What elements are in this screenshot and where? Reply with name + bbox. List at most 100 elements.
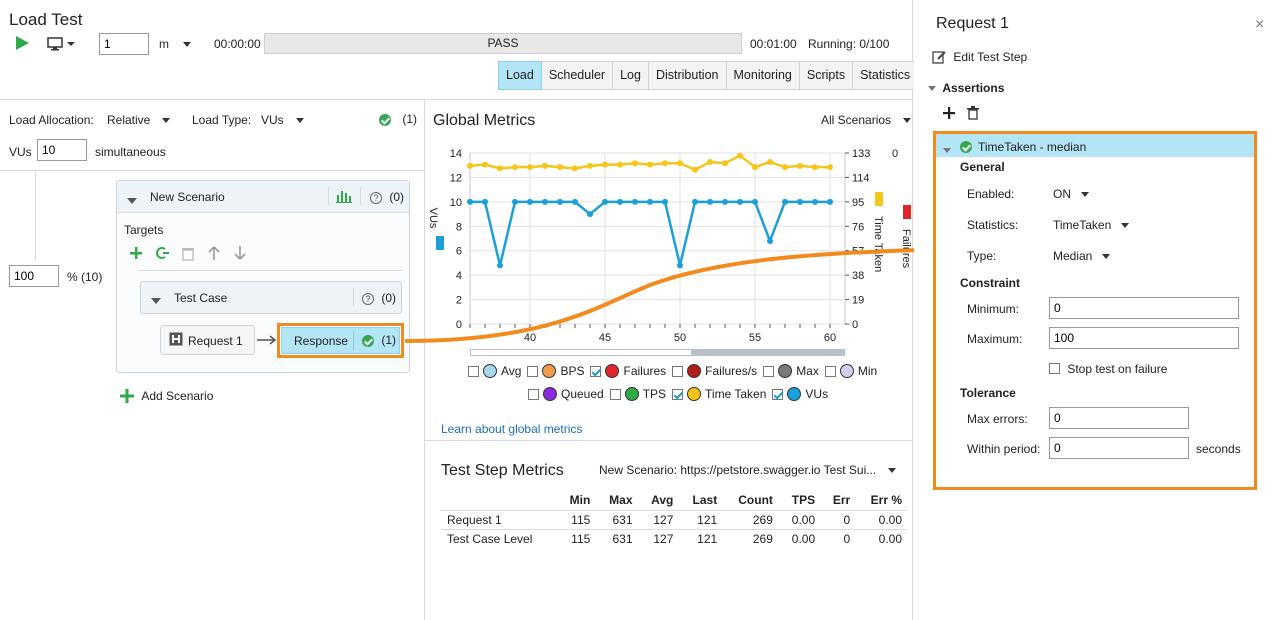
tab-load[interactable]: Load [498, 61, 542, 90]
assertions-header[interactable]: Assertions [928, 81, 1004, 95]
legend-min[interactable]: Min [824, 364, 878, 378]
y-left-axis-label: VUs [430, 208, 439, 229]
data-point [692, 198, 698, 205]
stop-on-failure-checkbox[interactable]: Stop test on failure [1049, 361, 1167, 376]
checkbox-icon[interactable] [772, 388, 784, 400]
series-color-icon [787, 387, 802, 401]
enabled-select[interactable]: ON [1053, 187, 1089, 201]
legend-queued[interactable]: Queued [528, 387, 604, 401]
environment-dropdown[interactable] [47, 36, 77, 55]
chevron-down-icon [903, 118, 912, 124]
add-icon[interactable] [128, 245, 144, 261]
response-assertions[interactable]: (1) [362, 333, 396, 347]
chart-scrollbar[interactable] [470, 349, 845, 356]
y-left-tick-label: 8 [456, 221, 462, 233]
link-icon[interactable] [154, 245, 170, 261]
legend-failures-s[interactable]: Failures/s [672, 364, 757, 378]
duration-input[interactable] [99, 33, 149, 55]
legend-label: TPS [642, 387, 667, 401]
percent-input[interactable] [9, 265, 59, 287]
statistics-value: TimeTaken [1053, 218, 1112, 232]
tab-log[interactable]: Log [613, 61, 649, 90]
legend-max[interactable]: Max [763, 364, 819, 378]
add-scenario-button[interactable]: Add Scenario [120, 388, 213, 403]
minimum-input[interactable] [1049, 297, 1239, 319]
data-point [767, 159, 773, 165]
legend-label: Queued [561, 387, 604, 401]
data-point [782, 198, 788, 205]
legend-label: Min [857, 364, 878, 378]
type-select[interactable]: Median [1053, 249, 1111, 263]
data-point [467, 162, 473, 169]
vus-input[interactable] [37, 139, 87, 161]
play-icon [16, 36, 29, 50]
legend-tps[interactable]: TPS [609, 387, 667, 401]
learn-metrics-link[interactable]: Learn about global metrics [441, 422, 582, 436]
load-allocation-select[interactable]: Relative [107, 113, 171, 127]
minimum-label: Minimum: [967, 302, 1020, 316]
legend-bps[interactable]: BPS [527, 364, 584, 378]
data-point [602, 198, 608, 205]
checkbox-icon[interactable] [672, 388, 684, 400]
series-color-icon [687, 364, 702, 378]
delete-assertion-button[interactable] [966, 106, 980, 123]
run-button[interactable] [14, 35, 30, 54]
duration-unit-select[interactable]: m [159, 37, 191, 51]
statistics-select[interactable]: TimeTaken [1053, 218, 1130, 232]
checkbox-icon[interactable] [824, 365, 836, 377]
request-icon [169, 332, 183, 349]
collapse-scenario[interactable] [127, 193, 137, 207]
step-metrics-filter[interactable]: New Scenario: https://petstore.swagger.i… [599, 463, 897, 477]
tab-distribution[interactable]: Distribution [648, 61, 727, 90]
table-cell: 0.00 [856, 509, 908, 529]
collapse-test-case[interactable] [151, 293, 161, 307]
scenario-filter[interactable]: All Scenarios [821, 113, 912, 127]
arrow-up-icon[interactable] [206, 245, 222, 261]
series-color-icon [624, 387, 639, 401]
scenario-assertions[interactable]: ? (0) [370, 190, 404, 204]
checkbox-icon[interactable] [763, 365, 775, 377]
vus-suffix: simultaneous [95, 145, 166, 159]
legend-label: VUs [805, 387, 829, 401]
table-cell: Request 1 [441, 509, 558, 529]
checkbox-icon[interactable] [672, 365, 684, 377]
legend-avg[interactable]: Avg [468, 364, 521, 378]
edit-test-step-button[interactable]: Edit Test Step [932, 49, 1027, 64]
scenario-chart-button[interactable] [336, 189, 352, 206]
tab-statistics[interactable]: Statistics [853, 61, 919, 90]
table-row[interactable]: Request 1 115 631 127 121 269 0.00 0 0.00 [441, 509, 908, 529]
data-point [752, 164, 758, 171]
tab-monitoring[interactable]: Monitoring [726, 61, 800, 90]
data-point [827, 164, 833, 171]
assertions-status[interactable]: (1) [379, 112, 417, 126]
column-header: Avg [651, 492, 674, 507]
checkbox-icon[interactable] [527, 365, 539, 377]
legend-vus[interactable]: VUs [772, 387, 828, 401]
arrow-down-icon[interactable] [232, 245, 248, 261]
data-point [602, 161, 608, 168]
load-type-select[interactable]: VUs [261, 113, 304, 127]
targets-label: Targets [124, 223, 164, 237]
within-period-input[interactable] [1049, 437, 1189, 459]
checkbox-icon[interactable] [528, 388, 539, 400]
assertions-count: (1) [402, 112, 418, 126]
vus-label: VUs [9, 145, 32, 159]
max-errors-input[interactable] [1049, 407, 1189, 429]
tab-scripts[interactable]: Scripts [799, 61, 854, 90]
add-assertion-button[interactable] [942, 106, 956, 123]
running-count: Running: 0/100 [808, 37, 890, 51]
data-point [527, 164, 533, 171]
trash-icon[interactable] [180, 245, 196, 261]
maximum-input[interactable] [1049, 327, 1239, 349]
tab-scheduler[interactable]: Scheduler [541, 61, 614, 90]
data-point [752, 198, 758, 205]
legend-time-taken[interactable]: Time Taken [672, 387, 766, 401]
test-case-assertions[interactable]: ? (0) [362, 291, 396, 305]
checkbox-icon[interactable] [590, 365, 602, 377]
table-row[interactable]: Test Case Level 115 631 127 121 269 0.00 0 0.00 [441, 528, 908, 548]
checkbox-icon[interactable] [468, 365, 479, 377]
collapse-assertion[interactable] [943, 143, 951, 157]
checkbox-icon[interactable] [609, 388, 621, 400]
legend-failures[interactable]: Failures [590, 364, 666, 378]
close-icon[interactable]: × [1255, 16, 1264, 34]
